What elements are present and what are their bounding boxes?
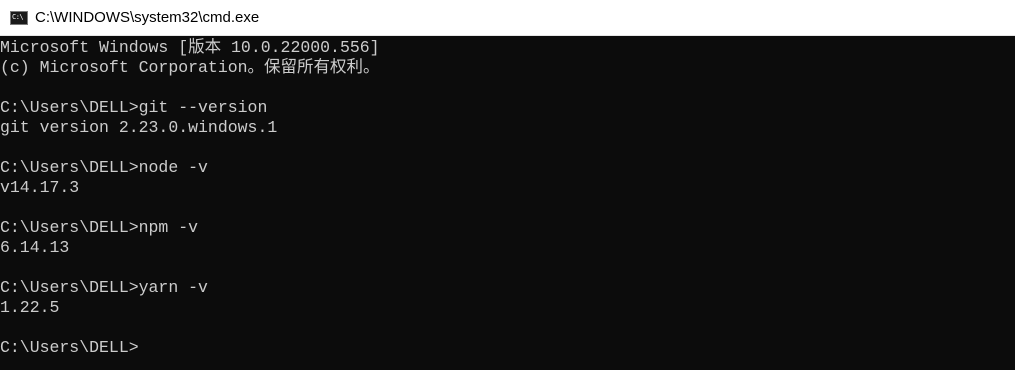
console-line: C:\Users\DELL>npm -v [0,218,199,237]
title-bar[interactable]: C:\ C:\WINDOWS\system32\cmd.exe [0,0,1015,36]
console-line: C:\Users\DELL>node -v [0,158,208,177]
console-line: v14.17.3 [0,178,80,197]
console-line: git version 2.23.0.windows.1 [0,118,278,137]
cmd-console-icon: C:\ [10,10,28,25]
console-line: Microsoft Windows [版本 10.0.22000.556] [0,38,380,57]
console-line: C:\Users\DELL>git --version [0,98,268,117]
console-line: (c) Microsoft Corporation。保留所有权利。 [0,58,380,77]
cmd-window: C:\ C:\WINDOWS\system32\cmd.exe Microsof… [0,0,1015,370]
cmd-icon-label: C:\ [12,13,24,21]
command-prompt[interactable]: C:\Users\DELL> [0,338,1015,358]
console-output[interactable]: Microsoft Windows [版本 10.0.22000.556] (c… [0,36,1015,370]
console-line: 1.22.5 [0,298,60,317]
window-title: C:\WINDOWS\system32\cmd.exe [35,9,260,26]
console-line: 6.14.13 [0,238,70,257]
console-line: C:\Users\DELL>yarn -v [0,278,208,297]
